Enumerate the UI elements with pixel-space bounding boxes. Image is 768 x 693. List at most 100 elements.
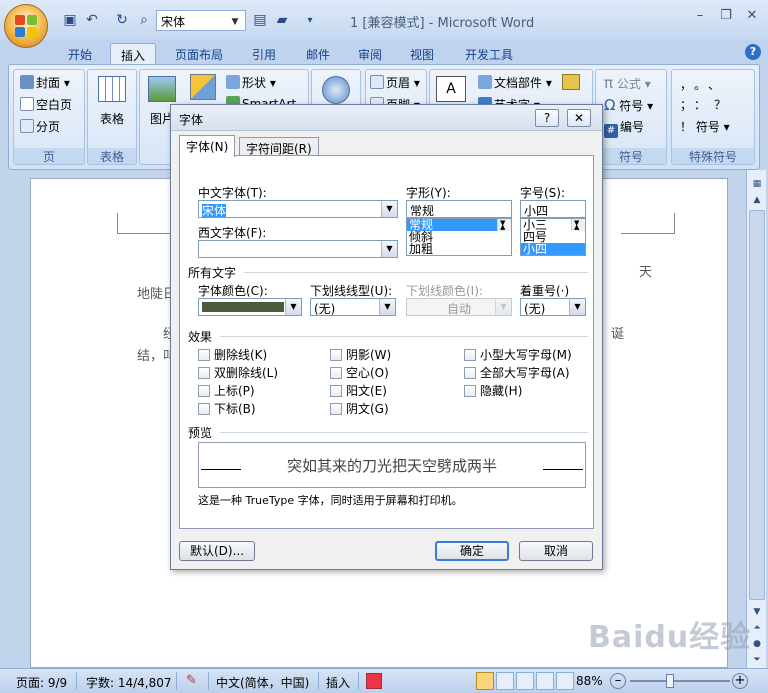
next-page-icon[interactable]: ⏷ — [749, 652, 765, 668]
symbol-button[interactable]: Ω 符号 ▾ — [604, 96, 653, 114]
chevron-down-icon[interactable]: ▼ — [379, 299, 395, 315]
chevron-down-icon[interactable]: ▼ — [381, 241, 397, 257]
default-button[interactable]: 默认(D)... — [179, 541, 255, 561]
help-icon[interactable]: ? — [745, 44, 761, 60]
font-size-input[interactable]: 小四 — [520, 200, 586, 218]
number-button[interactable]: # 编号 — [604, 118, 644, 138]
format-painter-icon[interactable]: ▤ — [250, 10, 270, 30]
emphasis-combo[interactable]: (无) ▼ — [520, 298, 586, 316]
quick-parts-button[interactable]: 文档部件 ▾ — [478, 74, 552, 91]
clipart-icon[interactable] — [190, 74, 216, 100]
scroll-up-icon[interactable]: ▲ — [749, 192, 765, 208]
list-item[interactable]: 加粗 — [407, 243, 511, 255]
tab-font[interactable]: 字体(N) — [179, 135, 236, 157]
list-scrollbar[interactable]: ▲ ▼ — [497, 219, 511, 231]
undo-icon[interactable]: ↶ — [82, 10, 102, 30]
formula-button[interactable]: π 公式 ▾ — [604, 74, 651, 92]
zoom-slider[interactable] — [630, 680, 730, 682]
special-chars-row2[interactable]: ；：？ — [680, 96, 734, 113]
outline-checkbox[interactable]: 空心(O) — [330, 364, 389, 381]
subscript-checkbox[interactable]: 下标(B) — [198, 400, 256, 417]
word-count[interactable]: 字数: 14/4,807 — [86, 674, 172, 691]
double-strikethrough-checkbox[interactable]: 双删除线(L) — [198, 364, 278, 381]
list-item[interactable]: 小四 — [521, 243, 585, 255]
tab-review[interactable]: 审阅 — [348, 43, 392, 64]
textbox-icon[interactable]: A — [436, 76, 466, 102]
zoom-slider-thumb[interactable] — [666, 674, 674, 688]
picture-icon[interactable] — [148, 76, 176, 102]
scroll-down-icon[interactable]: ▼ — [749, 604, 765, 620]
chevron-down-icon[interactable]: ▼ — [569, 299, 585, 315]
cover-page-button[interactable]: 封面 ▾ — [20, 74, 70, 91]
strikethrough-checkbox[interactable]: 删除线(K) — [198, 346, 267, 363]
all-caps-checkbox[interactable]: 全部大写字母(A) — [464, 364, 570, 381]
tab-page-layout[interactable]: 页面布局 — [166, 43, 232, 64]
engrave-checkbox[interactable]: 阴文(G) — [330, 400, 389, 417]
font-style-input[interactable]: 常规 — [406, 200, 512, 218]
tab-developer[interactable]: 开发工具 — [456, 43, 522, 64]
previous-page-icon[interactable]: ⏶ — [749, 620, 765, 636]
font-style-list[interactable]: 常规 倾斜 加粗 ▲ ▼ — [406, 218, 512, 256]
full-screen-view-icon[interactable] — [496, 672, 514, 690]
page-break-button[interactable]: 分页 — [20, 118, 60, 135]
font-name-combo[interactable]: 宋体 ▼ — [156, 10, 246, 31]
customize-qat-icon[interactable]: ▾ — [300, 10, 320, 30]
special-symbol-button[interactable]: ！ 符号 ▾ — [680, 118, 730, 135]
redo-icon[interactable]: ↻ — [112, 10, 132, 30]
proofing-icon[interactable]: ✎ — [186, 673, 202, 689]
draft-view-icon[interactable] — [556, 672, 574, 690]
chevron-down-icon[interactable]: ▼ — [285, 299, 301, 315]
insert-mode[interactable]: 插入 — [326, 674, 350, 691]
tab-character-spacing[interactable]: 字符间距(R) — [239, 137, 319, 157]
hidden-checkbox[interactable]: 隐藏(H) — [464, 382, 522, 399]
chinese-font-combo[interactable]: 宋体 ▼ — [198, 200, 398, 218]
font-color-picker[interactable]: ▼ — [198, 298, 302, 316]
header-button[interactable]: 页眉 ▾ — [370, 74, 420, 91]
minimize-icon[interactable]: – — [688, 6, 712, 24]
tab-insert[interactable]: 插入 — [110, 43, 156, 64]
underline-style-combo[interactable]: (无) ▼ — [310, 298, 396, 316]
font-size-list[interactable]: 小三 四号 小四 ▲ ▼ — [520, 218, 586, 256]
print-layout-view-icon[interactable] — [476, 672, 494, 690]
zoom-level[interactable]: 88% — [576, 674, 603, 688]
office-button[interactable] — [4, 4, 48, 48]
western-font-combo[interactable]: ▼ — [198, 240, 398, 258]
language-indicator[interactable]: 中文(简体，中国) — [216, 674, 309, 691]
page-count[interactable]: 页面: 9/9 — [16, 674, 67, 691]
zoom-in-icon[interactable]: + — [732, 673, 748, 689]
dialog-help-icon[interactable]: ? — [535, 109, 559, 127]
open-folder-icon[interactable]: ▰ — [272, 10, 292, 30]
table-icon[interactable] — [98, 76, 126, 102]
scroll-thumb[interactable] — [749, 210, 765, 600]
blank-page-button[interactable]: 空白页 — [20, 96, 72, 113]
macro-record-icon[interactable] — [366, 673, 382, 689]
tab-mailings[interactable]: 邮件 — [296, 43, 340, 64]
zoom-out-icon[interactable]: – — [610, 673, 626, 689]
special-chars-row1[interactable]: ，。、 — [680, 76, 728, 93]
shapes-button[interactable]: 形状 ▾ — [226, 74, 276, 91]
save-icon[interactable]: ▣ — [60, 10, 80, 30]
cancel-button[interactable]: 取消 — [519, 541, 593, 561]
vertical-scrollbar[interactable]: ▦ ▲ ▼ ⏶ ● ⏷ — [746, 170, 766, 668]
signature-line-icon[interactable] — [562, 74, 580, 90]
table-button[interactable]: 表格 — [100, 110, 124, 127]
close-icon[interactable]: ✕ — [740, 6, 764, 24]
hyperlink-icon[interactable] — [322, 76, 350, 104]
print-preview-icon[interactable]: ⌕ — [134, 10, 154, 30]
tab-references[interactable]: 引用 — [242, 43, 286, 64]
tab-view[interactable]: 视图 — [400, 43, 444, 64]
list-scrollbar[interactable]: ▲ ▼ — [571, 219, 585, 231]
dialog-close-icon[interactable]: ✕ — [567, 109, 591, 127]
outline-view-icon[interactable] — [536, 672, 554, 690]
small-caps-checkbox[interactable]: 小型大写字母(M) — [464, 346, 572, 363]
ruler-toggle-icon[interactable]: ▦ — [749, 176, 765, 192]
superscript-checkbox[interactable]: 上标(P) — [198, 382, 255, 399]
restore-icon[interactable]: ❐ — [714, 6, 738, 24]
web-layout-view-icon[interactable] — [516, 672, 534, 690]
ok-button[interactable]: 确定 — [435, 541, 509, 561]
emboss-checkbox[interactable]: 阳文(E) — [330, 382, 387, 399]
tab-home[interactable]: 开始 — [58, 43, 102, 64]
select-browse-object-icon[interactable]: ● — [749, 636, 765, 652]
shadow-checkbox[interactable]: 阴影(W) — [330, 346, 391, 363]
chevron-down-icon[interactable]: ▼ — [381, 201, 397, 217]
